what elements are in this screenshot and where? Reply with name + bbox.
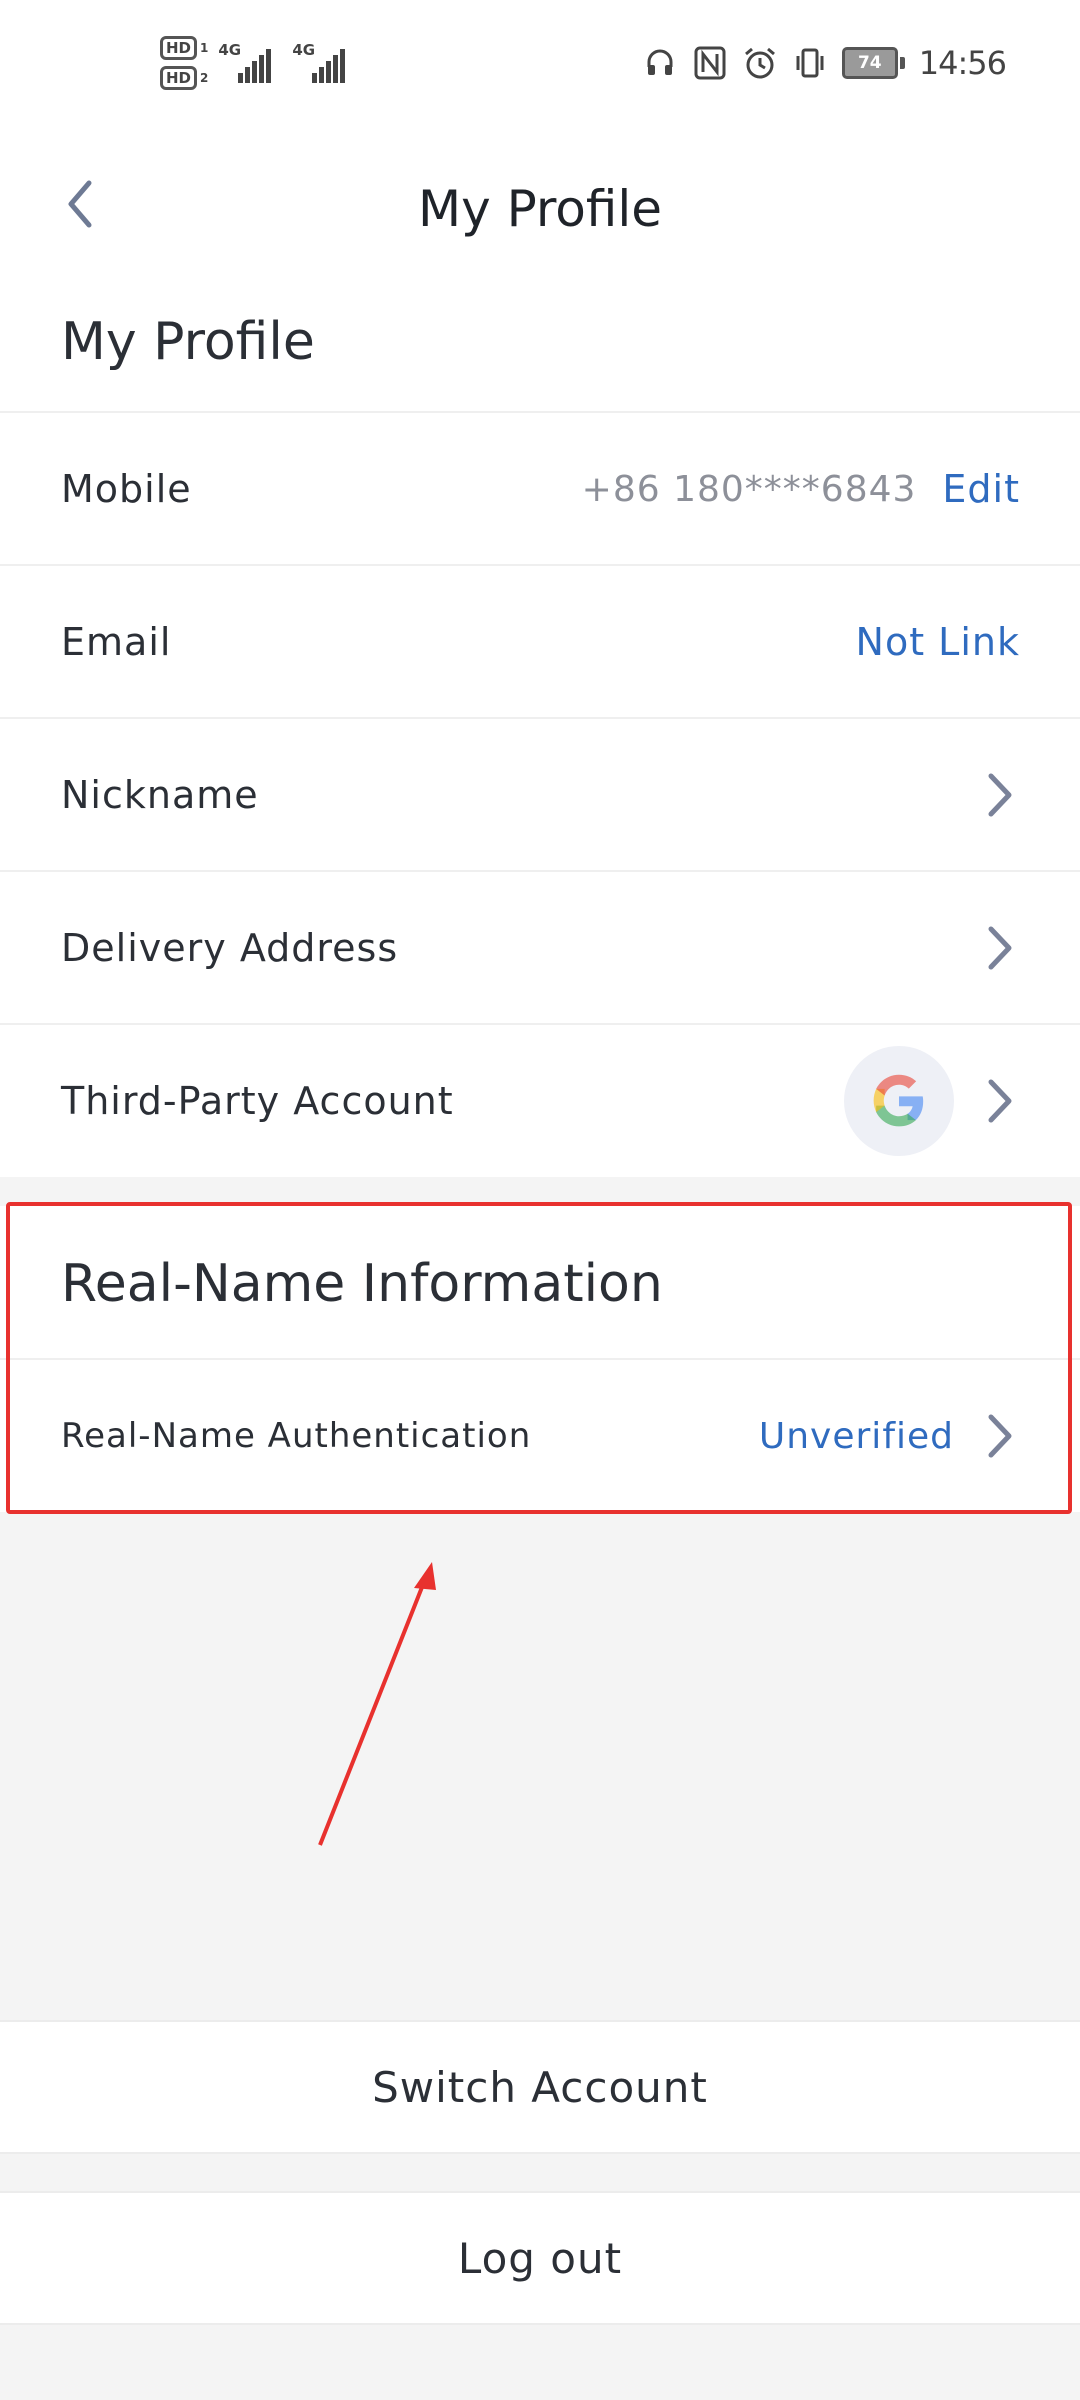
row-label: Real-Name Authentication (61, 1416, 532, 1456)
status-bar: HD 1 HD 2 4G 4G 74 14:56 (0, 0, 1080, 140)
third-party-account-row[interactable]: Third-Party Account (0, 1023, 1080, 1177)
logout-button[interactable]: Log out (0, 2191, 1080, 2325)
hd-voice-sim1: HD 1 (160, 36, 208, 60)
clock: 14:56 (918, 44, 1007, 82)
email-link-status[interactable]: Not Link (856, 620, 1020, 664)
row-label: Nickname (61, 773, 259, 817)
hd-badge: HD (160, 66, 198, 90)
hd-badge: HD (160, 36, 198, 60)
signal-indicators: HD 1 HD 2 4G 4G (160, 36, 348, 90)
signal-sim1-icon: 4G (218, 41, 274, 83)
google-icon (844, 1046, 954, 1156)
annotation-arrow-icon (318, 1562, 436, 1846)
battery-icon: 74 (841, 47, 905, 79)
headset-icon (642, 45, 678, 81)
nfc-icon (692, 45, 728, 81)
delivery-address-row[interactable]: Delivery Address (0, 870, 1080, 1024)
chevron-right-icon (980, 1406, 1020, 1466)
signal-sim2-icon: 4G (292, 41, 348, 83)
section-title: My Profile (61, 312, 315, 372)
edit-mobile-button[interactable]: Edit (942, 467, 1020, 511)
nickname-row[interactable]: Nickname (0, 717, 1080, 871)
hd-voice-sim2: HD 2 (160, 66, 208, 90)
chevron-right-icon (980, 918, 1020, 978)
email-row[interactable]: Email Not Link (0, 564, 1080, 718)
real-name-section: Real-Name Information Real-Name Authenti… (0, 1206, 1080, 1512)
chevron-right-icon (980, 1071, 1020, 1131)
system-indicators: 74 14:56 (642, 44, 1007, 82)
row-label: Mobile (61, 467, 192, 511)
page-title: My Profile (417, 180, 663, 238)
chevron-right-icon (980, 765, 1020, 825)
switch-account-button[interactable]: Switch Account (0, 2020, 1080, 2154)
real-name-authentication-row[interactable]: Real-Name Authentication Unverified (0, 1358, 1080, 1512)
row-label: Delivery Address (61, 926, 399, 970)
row-label: Email (61, 620, 172, 664)
row-label: Third-Party Account (61, 1079, 454, 1123)
verification-status: Unverified (758, 1415, 954, 1457)
vibrate-icon (792, 45, 828, 81)
mobile-row: Mobile +86 180****6843 Edit (0, 411, 1080, 565)
profile-section: My Profile Mobile +86 180****6843 Edit E… (0, 280, 1080, 1177)
section-title: Real-Name Information (61, 1254, 663, 1314)
top-nav-bar: My Profile (0, 140, 1080, 280)
mobile-number: +86 180****6843 (581, 468, 917, 510)
alarm-icon (742, 45, 778, 81)
